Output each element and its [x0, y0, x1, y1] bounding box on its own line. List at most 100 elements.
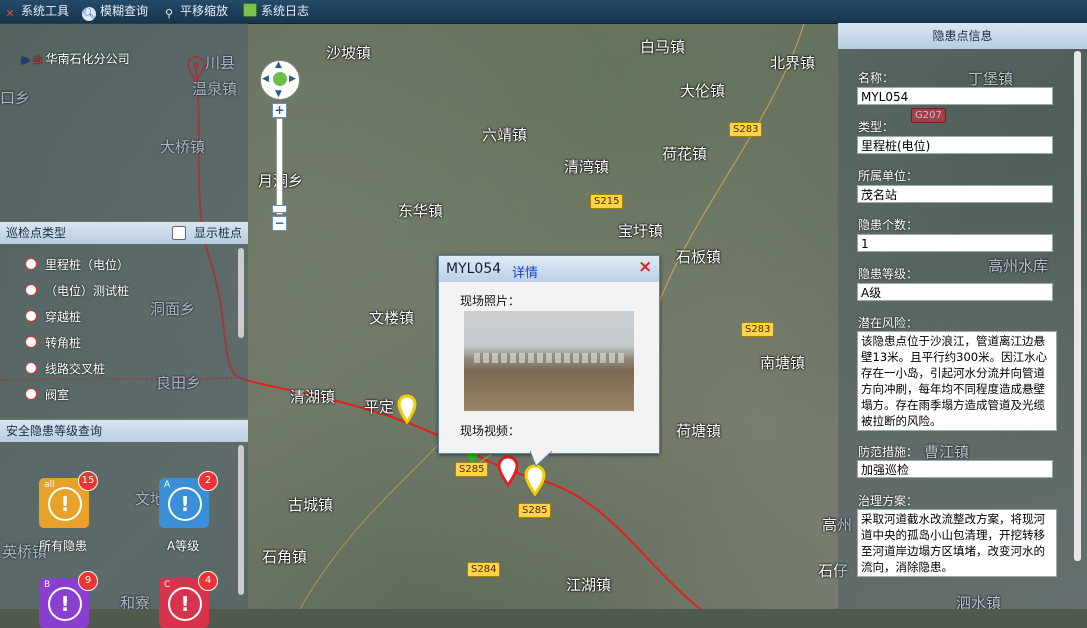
place-label: 沙坡镇 [326, 44, 372, 62]
radio-button[interactable] [25, 336, 37, 348]
info-field-label: 隐患个数： [858, 218, 919, 232]
place-label: 大伦镇 [680, 82, 726, 100]
place-label: 东华镇 [398, 202, 444, 220]
radio-button[interactable] [25, 284, 37, 296]
pan-down-icon[interactable]: ▼ [275, 89, 282, 99]
popup-pointer [530, 451, 552, 467]
pan-zoom-menu[interactable]: ⚲ 平移缩放 [162, 3, 228, 21]
patrol-list-scrollbar[interactable] [238, 248, 244, 338]
patrol-type-item[interactable]: 转角桩 [25, 334, 81, 351]
pan-up-icon[interactable]: ▲ [275, 60, 282, 70]
patrol-type-label: 转角桩 [45, 336, 82, 350]
info-field-value[interactable]: A级 [857, 283, 1053, 301]
menu-label: 平移缩放 [180, 4, 229, 18]
warning-icon: ! [168, 587, 202, 621]
place-label: 荷塘镇 [676, 422, 722, 440]
prevention-label: 防范措施： [858, 445, 919, 459]
show-stake-checkbox[interactable] [172, 226, 186, 240]
map-pin-icon[interactable] [524, 464, 546, 496]
zoom-out-button[interactable]: − [272, 216, 287, 231]
info-field-value[interactable]: 里程桩(电位) [857, 136, 1053, 154]
search-icon: 🔍︎ [82, 7, 96, 21]
info-field-label: 名称： [858, 71, 895, 85]
patrol-type-item[interactable]: 里程桩（电位） [25, 256, 129, 273]
patrol-type-label: （电位）测试桩 [45, 284, 130, 298]
radio-button[interactable] [25, 310, 37, 322]
place-label: 北界镇 [770, 54, 816, 72]
hazard-info-title: 隐患点信息 [838, 23, 1087, 49]
hazard-level-header: 安全隐患等级查询 [0, 420, 248, 442]
prevention-field[interactable]: 加强巡检 [857, 460, 1053, 478]
site-photo[interactable] [464, 311, 634, 411]
place-label: 石角镇 [262, 548, 308, 566]
org-tree: ▶ ⌂ 华南石化分公司 [22, 50, 130, 67]
zoom-in-button[interactable]: + [272, 103, 287, 118]
pan-control[interactable]: ▲ ▼ ◀ ▶ [260, 60, 300, 100]
patrol-type-item[interactable]: 线路交叉桩 [25, 360, 105, 377]
hazard-popup: MYL054 详情 × 现场照片： 现场视频： [438, 255, 660, 454]
system-log-menu[interactable]: 系统日志 [243, 3, 309, 19]
patrol-type-label: 穿越桩 [45, 310, 82, 324]
log-icon [243, 3, 257, 17]
top-toolbar: ✕ 系统工具 🔍︎ 模糊查询 ⚲ 平移缩放 系统日志 [0, 0, 1087, 24]
place-label: 石板镇 [676, 248, 722, 266]
warning-icon: ! [48, 487, 82, 521]
pan-reset-icon[interactable] [273, 72, 287, 86]
place-label: 荷花镇 [662, 145, 708, 163]
place-label: 清湖镇 [290, 388, 336, 406]
pan-left-icon[interactable]: ◀ [262, 74, 269, 84]
patrol-type-title: 巡检点类型 [6, 226, 67, 240]
info-field-value[interactable]: MYL054 [857, 87, 1053, 105]
info-field-label: 类型： [858, 120, 895, 134]
fuzzy-search-menu[interactable]: 🔍︎ 模糊查询 [82, 3, 148, 21]
tree-root-label[interactable]: 华南石化分公司 [46, 52, 130, 66]
info-field-value[interactable]: 茂名站 [857, 185, 1053, 203]
radio-button[interactable] [25, 362, 37, 374]
zoom-icon: ⚲ [164, 7, 174, 20]
info-field-label: 所属单位： [858, 169, 919, 183]
road-label: S215 [590, 194, 624, 209]
count-badge: 15 [78, 471, 98, 491]
hazard-info-panel: 隐患点信息 名称： MYL054 类型： 里程桩(电位) 所属单位： 茂名站 隐患个数： 1 隐… [838, 23, 1087, 609]
menu-label: 系统日志 [261, 4, 310, 18]
patrol-type-item[interactable]: 穿越桩 [25, 308, 81, 325]
patrol-type-header: 巡检点类型 显示桩点 [0, 222, 248, 244]
plan-textarea[interactable]: 采取河道截水改流整改方案，将现河道中央的孤岛小山包清理，开挖转移至河道岸边塌方区… [857, 509, 1057, 577]
place-label: 六靖镇 [482, 126, 528, 144]
map-pin-icon[interactable] [497, 455, 519, 487]
count-badge: 2 [198, 471, 218, 491]
road-label: S285 [455, 462, 489, 477]
patrol-type-label: 阀室 [45, 388, 70, 402]
zoom-slider-track[interactable] [276, 118, 283, 215]
count-badge: 9 [78, 571, 98, 591]
info-field-value[interactable]: 1 [857, 234, 1053, 252]
place-label: 南塘镇 [760, 354, 806, 372]
place-label: 白马镇 [640, 38, 686, 56]
system-tools-menu[interactable]: ✕ 系统工具 [3, 3, 69, 21]
zoom-slider-handle[interactable] [272, 205, 287, 213]
radio-button[interactable] [25, 388, 37, 400]
map-pin-icon[interactable] [397, 394, 417, 424]
close-icon[interactable]: × [638, 257, 652, 277]
road-label: S283 [741, 322, 775, 337]
hazard-list-scrollbar[interactable] [238, 445, 244, 595]
popup-title: MYL054 [446, 261, 502, 277]
plan-label: 治理方案： [858, 494, 919, 508]
patrol-type-item[interactable]: （电位）测试桩 [25, 282, 129, 299]
warning-icon: ! [168, 487, 202, 521]
place-label: 宝圩镇 [618, 222, 664, 240]
radio-button[interactable] [25, 258, 37, 270]
hazard-level-title: 安全隐患等级查询 [6, 424, 103, 438]
risk-textarea[interactable]: 该隐患点位于沙浪江，管道离江边悬壁13米。且平行约300米。因江水心存在一小岛，… [857, 331, 1057, 431]
pan-right-icon[interactable]: ▶ [289, 74, 296, 84]
popup-header: MYL054 详情 × [439, 256, 659, 282]
patrol-type-label: 线路交叉桩 [45, 362, 106, 376]
tools-icon: ✕ [5, 7, 15, 20]
road-label: S285 [518, 503, 552, 518]
tile-tag: C [164, 580, 171, 590]
tree-expand-icon[interactable]: ▶ [22, 55, 30, 66]
detail-link[interactable]: 详情 [512, 262, 538, 281]
patrol-type-item[interactable]: 阀室 [25, 386, 69, 403]
tile-tag: B [44, 580, 51, 590]
info-panel-scrollbar[interactable] [1074, 51, 1081, 561]
